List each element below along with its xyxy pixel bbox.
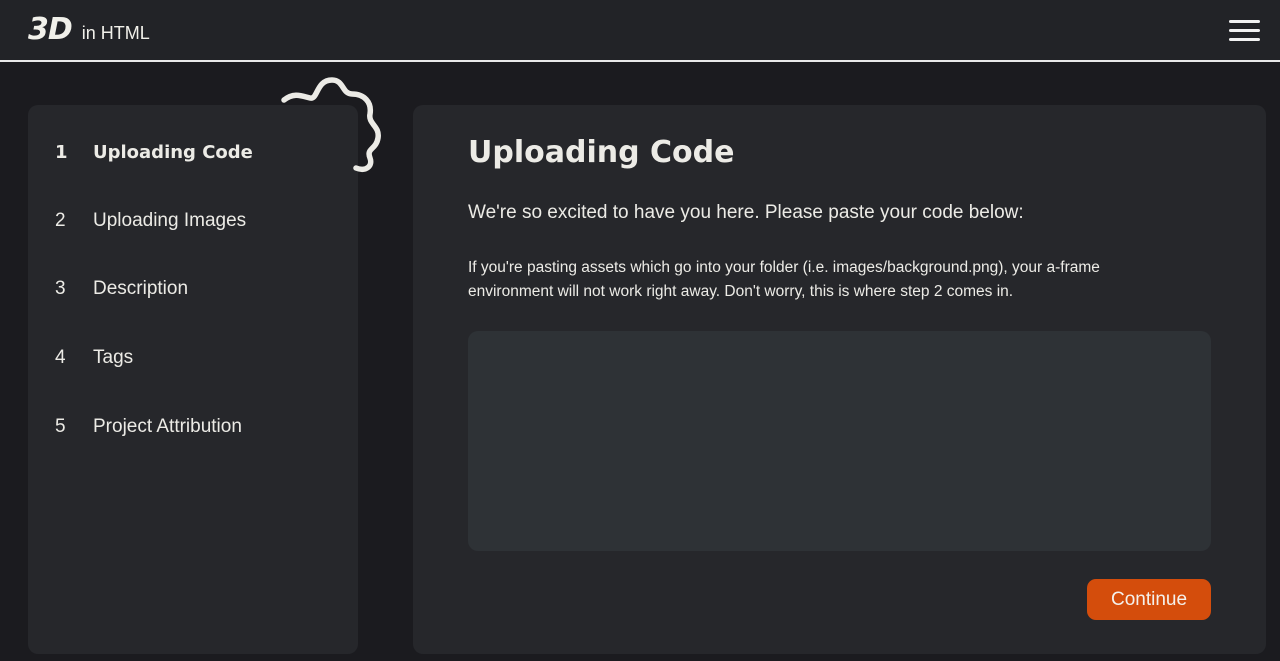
hamburger-menu-icon[interactable] (1228, 18, 1262, 44)
step-label: Project Attribution (93, 416, 242, 437)
step-uploading-code[interactable]: 1 Uploading Code (55, 137, 253, 167)
step-number: 3 (55, 278, 66, 299)
steps-sidebar: 1 Uploading Code 2 Uploading Images 3 De… (28, 105, 358, 654)
top-header: 3D in HTML (0, 0, 1280, 62)
menu-line (1229, 29, 1260, 32)
page-title: Uploading Code (468, 135, 735, 170)
step-label: Description (93, 278, 189, 299)
step-number: 4 (55, 347, 66, 368)
step-label: Uploading Code (93, 141, 253, 163)
step-tags[interactable]: 4 Tags (55, 343, 133, 373)
code-input[interactable] (468, 331, 1211, 551)
menu-line (1229, 20, 1260, 23)
step-description[interactable]: 3 Description (55, 274, 188, 304)
step-project-attribution[interactable]: 5 Project Attribution (55, 412, 242, 442)
step-uploading-images[interactable]: 2 Uploading Images (55, 206, 246, 236)
menu-line (1229, 38, 1260, 41)
logo-mark: 3D (28, 12, 73, 47)
step-label: Tags (93, 347, 134, 368)
step-number: 1 (55, 141, 68, 163)
continue-button[interactable]: Continue (1087, 579, 1211, 620)
step-label: Uploading Images (93, 210, 247, 231)
step-number: 5 (55, 416, 66, 437)
logo-text: in HTML (81, 23, 150, 43)
intro-text: We're so excited to have you here. Pleas… (468, 202, 1024, 223)
assets-note: If you're pasting assets which go into y… (468, 259, 1100, 300)
step-number: 2 (55, 210, 66, 231)
main-panel: Uploading Code We're so excited to have … (413, 105, 1266, 654)
logo[interactable]: 3D in HTML (28, 12, 150, 47)
